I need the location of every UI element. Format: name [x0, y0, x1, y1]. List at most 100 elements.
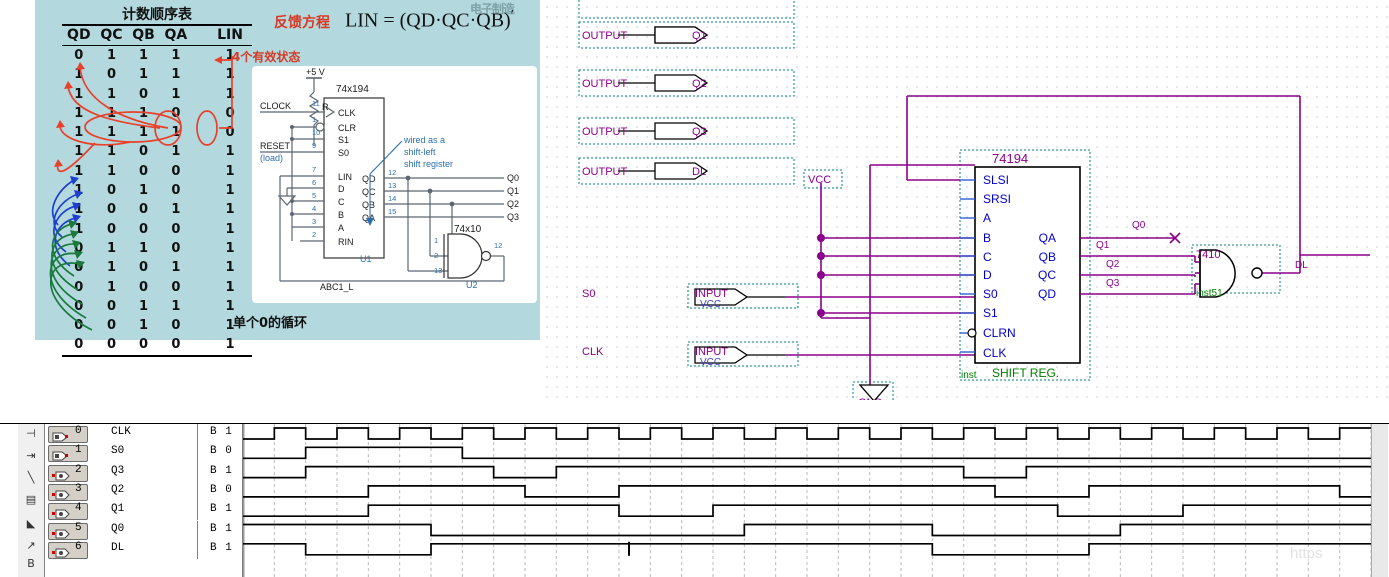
line-icon[interactable]: ╲	[20, 468, 42, 488]
schematic-editor-canvas[interactable]: OUTPUT OUTPUT OUTPUT OUTPUT OUTPUT INPUT…	[540, 0, 1389, 400]
net-label-dl: DL	[1295, 260, 1308, 271]
table-cell: 1	[74, 105, 84, 121]
net-q1: Q1	[507, 186, 519, 196]
table-row: 1 0 0 1 1	[62, 200, 252, 219]
table-cell: 0	[171, 240, 181, 256]
table-cell: 1	[225, 279, 235, 295]
column-separator	[197, 481, 198, 502]
arrow-icon[interactable]: ↗	[20, 536, 42, 556]
table-cell: 0	[171, 337, 181, 353]
net-label-q0: Q0	[1132, 220, 1146, 231]
chip-pin-c: C	[983, 250, 992, 264]
pin-qd: QD	[362, 174, 376, 184]
chip-pin-s0: S0	[983, 287, 998, 301]
waveform-signal-row[interactable]: 6 DL B 1	[45, 539, 242, 560]
column-separator	[197, 424, 198, 444]
supply-label: +5 V	[306, 67, 325, 77]
waveform-vertical-scrollbar[interactable]	[1371, 424, 1388, 577]
signal-name: CLK	[111, 426, 131, 438]
table-row: 1 1 0 0 1	[62, 162, 252, 181]
chip-caption: SHIFT REG.	[992, 366, 1059, 380]
table-cell: 1	[74, 67, 84, 83]
waveform-signal-row[interactable]: 3 Q2 B 0	[45, 481, 242, 502]
chip-pin-qc: QC	[1038, 268, 1056, 282]
table-cell: 1	[225, 337, 235, 353]
table-cell: 1	[225, 240, 235, 256]
junction-d	[817, 271, 825, 279]
table-cell: 1	[106, 125, 116, 141]
table-cell: 0	[74, 260, 84, 276]
table-cell: 1	[171, 48, 181, 63]
pin-clk: CLK	[338, 108, 356, 118]
waveform-signal-row[interactable]: 0 CLK B 1	[45, 424, 242, 444]
net-q3: Q3	[507, 212, 519, 222]
signal-name: Q0	[111, 522, 125, 535]
pin-lin: LIN	[338, 172, 352, 182]
table-cell: 0	[171, 221, 181, 237]
table-row: 01111	[62, 46, 252, 66]
signal-value: B 1	[210, 503, 233, 516]
table-cell: 1	[171, 67, 181, 83]
input-label-s0: S0	[582, 288, 595, 300]
count-sequence-table: QD QC QB QA LIN 011111011111011111001111…	[62, 24, 252, 357]
chip-pin-a: A	[983, 211, 991, 225]
pinnum-2: 2	[312, 230, 316, 239]
node-icon[interactable]: ▤	[20, 490, 42, 510]
waveform-signal-list[interactable]: 0 CLK B 1 1 S0 B 0 2 Q3 B 1 3 Q2 B 0 4 Q1 B 1 5 Q0 B 1 6 DL…	[45, 424, 243, 577]
net-q2: Q2	[507, 199, 519, 209]
table-row: 0 1 1 0 1	[62, 239, 252, 258]
waveform-signal-row[interactable]: 1 S0 B 0	[45, 443, 242, 463]
nand-body	[447, 233, 483, 279]
table-cell: 0	[138, 337, 148, 353]
pin-c: C	[338, 197, 345, 207]
table-cell: 0	[106, 67, 116, 83]
select-icon[interactable]: ⊣	[20, 424, 42, 444]
signal-index: 2	[75, 463, 82, 476]
junction-c	[817, 252, 825, 260]
node-glyph	[52, 487, 70, 500]
lecture-slide-panel: 电子制造 计数顺序表 QD QC QB QA LIN 0111110111110…	[0, 0, 540, 400]
resistor-label: R	[322, 102, 329, 112]
note-line-1: wired as a	[403, 135, 445, 145]
pinnum-15: 15	[388, 207, 396, 216]
output-type-q1: OUTPUT	[582, 30, 628, 42]
count-table-body: 0111110111110111110011110110111100110101…	[62, 46, 252, 356]
signal-index: 0	[75, 425, 82, 437]
pinnum-11: 11	[312, 99, 320, 108]
table-cell: 0	[225, 125, 235, 141]
waveform-tool-palette[interactable]: ⊣ ⇥ ╲ ▤ ◣ ↗ B	[18, 424, 45, 577]
equation-prime: ′	[510, 8, 514, 23]
output-label-q1: Q1	[692, 30, 707, 42]
pinnum-13: 13	[388, 181, 396, 190]
table-cell: 0	[106, 221, 116, 237]
pin-s0: S0	[338, 148, 349, 158]
pinnum-7: 7	[312, 165, 316, 174]
table-cell: 0	[225, 105, 235, 121]
table-cell: 0	[74, 279, 84, 295]
table-row: 0 1 0 0 1	[62, 278, 252, 297]
waveform-plot-area[interactable]	[243, 424, 1371, 577]
table-cell: 0	[171, 183, 181, 199]
waveform-signal-row[interactable]: 2 Q3 B 1	[45, 462, 242, 482]
waveform-signal-row[interactable]: 5 Q0 B 1	[45, 520, 242, 540]
signal-index: 4	[75, 502, 82, 515]
node-glyph	[52, 526, 70, 538]
pin-qb: QB	[362, 200, 375, 210]
zoom-icon[interactable]: ⇥	[20, 446, 42, 466]
table-cell: 0	[138, 221, 148, 237]
schematic-svg[interactable]: OUTPUT OUTPUT OUTPUT OUTPUT OUTPUT INPUT…	[540, 0, 1389, 400]
col-qb: QB	[132, 27, 155, 43]
nand-bubble	[480, 250, 492, 262]
waveform-trace-clk[interactable]	[243, 427, 1371, 440]
table-cell: 0	[106, 183, 116, 199]
signal-value: B 1	[210, 522, 233, 535]
fill-icon[interactable]: ◣	[20, 514, 42, 534]
node-glyph	[52, 545, 70, 558]
table-cell: 1	[106, 260, 116, 276]
waveform-signal-row[interactable]: 4 Q1 B 1	[45, 501, 242, 521]
gate-pin-2: 2	[434, 251, 438, 260]
waveform-svg[interactable]	[243, 424, 1371, 577]
table-cell: 0	[106, 202, 116, 218]
text-icon[interactable]: B	[20, 554, 42, 574]
table-cell: 1	[171, 144, 181, 160]
